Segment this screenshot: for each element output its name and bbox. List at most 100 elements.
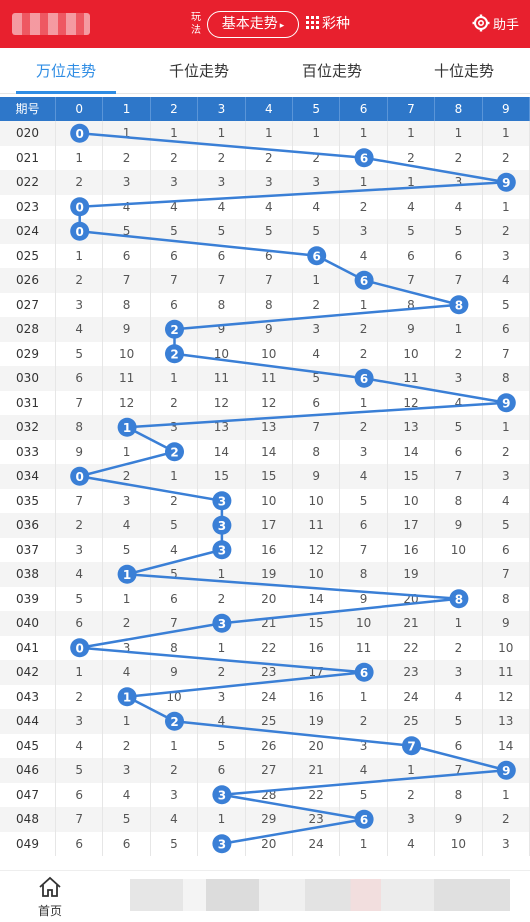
omission-cell: 12 <box>246 390 293 415</box>
omission-cell: 2 <box>151 758 199 783</box>
omission-cell: 1 <box>483 782 530 807</box>
omission-cell: 2 <box>435 341 483 366</box>
omission-cell: 1 <box>340 390 388 415</box>
omission-cell: 1 <box>388 170 436 195</box>
omission-cell: 19 <box>388 562 436 587</box>
table-row: 032 8 3 13 13 7 2 13 5 1 <box>0 415 530 440</box>
omission-cell: 24 <box>388 684 436 709</box>
omission-cell: 9 <box>388 317 436 342</box>
omission-cell: 3 <box>151 782 199 807</box>
omission-cell: 5 <box>435 415 483 440</box>
omission-cell: 13 <box>246 415 293 440</box>
omission-cell: 7 <box>151 268 199 293</box>
omission-cell <box>56 121 104 146</box>
omission-cell: 2 <box>103 733 151 758</box>
tab-qian[interactable]: 千位走势 <box>133 48 265 94</box>
omission-cell: 17 <box>388 513 436 538</box>
omission-cell: 2 <box>151 488 199 513</box>
issue-cell: 030 <box>0 366 56 391</box>
omission-cell: 10 <box>198 341 246 366</box>
omission-cell: 5 <box>198 219 246 244</box>
omission-cell: 6 <box>198 758 246 783</box>
home-button[interactable]: 首页 <box>28 875 72 919</box>
omission-cell: 3 <box>198 170 246 195</box>
header-digit: 8 <box>435 97 483 121</box>
omission-cell: 3 <box>103 635 151 660</box>
tab-wan[interactable]: 万位走势 <box>0 48 132 94</box>
issue-cell: 044 <box>0 709 56 734</box>
omission-cell: 1 <box>435 611 483 636</box>
omission-cell: 7 <box>198 268 246 293</box>
omission-cell: 3 <box>103 488 151 513</box>
position-tabs: 万位走势 千位走势 百位走势 十位走势 <box>0 48 530 94</box>
omission-cell: 19 <box>246 562 293 587</box>
omission-cell: 6 <box>56 831 104 856</box>
omission-cell: 1 <box>340 292 388 317</box>
omission-cell: 1 <box>293 268 341 293</box>
table-row: 047 6 4 3 28 22 5 2 8 1 <box>0 782 530 807</box>
omission-cell: 9 <box>435 807 483 832</box>
omission-cell: 8 <box>340 562 388 587</box>
issue-cell: 028 <box>0 317 56 342</box>
omission-cell: 1 <box>483 121 530 146</box>
omission-cell: 10 <box>388 341 436 366</box>
omission-cell: 14 <box>483 733 530 758</box>
omission-cell: 4 <box>435 684 483 709</box>
grid-icon[interactable] <box>305 14 321 30</box>
omission-cell: 16 <box>293 684 341 709</box>
omission-cell <box>103 415 151 440</box>
omission-cell: 6 <box>435 439 483 464</box>
omission-cell: 13 <box>388 415 436 440</box>
omission-cell: 4 <box>56 562 104 587</box>
omission-cell: 3 <box>435 660 483 685</box>
omission-cell: 4 <box>388 194 436 219</box>
omission-cell: 5 <box>246 219 293 244</box>
table-row: 040 6 2 7 21 15 10 21 1 9 <box>0 611 530 636</box>
omission-cell: 1 <box>198 807 246 832</box>
omission-cell: 12 <box>103 390 151 415</box>
issue-cell: 022 <box>0 170 56 195</box>
tab-shi[interactable]: 十位走势 <box>398 48 530 94</box>
omission-cell: 1 <box>103 586 151 611</box>
omission-cell: 9 <box>340 586 388 611</box>
header-digit: 1 <box>103 97 151 121</box>
omission-cell: 5 <box>56 586 104 611</box>
omission-cell: 22 <box>246 635 293 660</box>
table-header: 期号 0 1 2 3 4 5 6 7 8 9 <box>0 97 530 121</box>
omission-cell: 22 <box>388 635 436 660</box>
omission-cell: 10 <box>151 684 199 709</box>
settings-button[interactable]: 助手 <box>472 12 519 34</box>
issue-cell: 038 <box>0 562 56 587</box>
omission-cell: 1 <box>56 243 104 268</box>
omission-cell: 23 <box>246 660 293 685</box>
bottom-bar: 首页 <box>0 870 530 922</box>
table-row: 026 2 7 7 7 7 1 7 7 4 <box>0 268 530 293</box>
lottery-type-button[interactable]: 彩种 <box>322 13 350 33</box>
omission-cell: 2 <box>198 660 246 685</box>
omission-cell: 2 <box>388 145 436 170</box>
omission-cell: 4 <box>56 733 104 758</box>
issue-cell: 027 <box>0 292 56 317</box>
omission-cell: 24 <box>246 684 293 709</box>
omission-cell: 5 <box>151 219 199 244</box>
omission-cell <box>56 219 104 244</box>
issue-cell: 043 <box>0 684 56 709</box>
home-label: 首页 <box>37 904 62 918</box>
omission-cell: 5 <box>103 219 151 244</box>
omission-cell: 1 <box>151 464 199 489</box>
issue-cell: 047 <box>0 782 56 807</box>
omission-cell: 11 <box>388 366 436 391</box>
omission-cell: 2 <box>435 635 483 660</box>
omission-cell: 8 <box>293 439 341 464</box>
omission-cell: 20 <box>246 586 293 611</box>
mode-select-button[interactable]: 基本走势 ▸ <box>207 11 299 38</box>
omission-cell: 7 <box>435 464 483 489</box>
issue-cell: 046 <box>0 758 56 783</box>
omission-cell: 2 <box>483 145 530 170</box>
tab-bai[interactable]: 百位走势 <box>266 48 398 94</box>
omission-cell: 20 <box>293 733 341 758</box>
mode-label: 基本走势 <box>221 16 278 32</box>
omission-cell: 7 <box>483 562 530 587</box>
omission-cell: 7 <box>435 268 483 293</box>
omission-cell: 4 <box>388 831 436 856</box>
